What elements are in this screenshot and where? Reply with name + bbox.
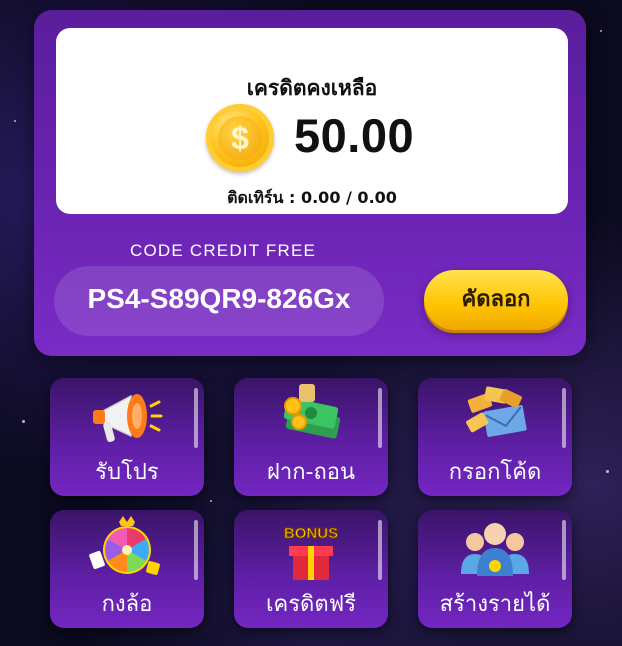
background-star [606, 470, 609, 473]
turnover-label: ติดเทิร์น : [227, 188, 296, 207]
balance-panel: เครดิตคงเหลือ $ 50.00 ติดเทิร์น : 0.00 /… [56, 28, 568, 214]
code-value: PS4-S89QR9-826Gx [87, 283, 351, 314]
menu-label: รับโปร [95, 460, 159, 485]
megaphone-icon [93, 394, 163, 443]
copy-button[interactable]: คัดลอก [424, 270, 568, 330]
menu-label: กงล้อ [101, 592, 153, 617]
background-star [210, 500, 212, 502]
menu-item-enter-code[interactable]: กรอกโค้ด [418, 378, 572, 496]
team-people-icon [461, 523, 529, 576]
wallet-card: เครดิตคงเหลือ $ 50.00 ติดเทิร์น : 0.00 /… [34, 10, 586, 356]
menu-label: กรอกโค้ด [448, 460, 542, 485]
menu-label: เครดิตฟรี [265, 592, 357, 617]
menu-label: สร้างรายได้ [439, 592, 551, 617]
bonus-gift-icon: BONUS [283, 525, 339, 580]
menu-item-wheel[interactable]: กงล้อ [50, 510, 204, 628]
prize-wheel-icon [89, 516, 160, 575]
bonus-badge-text: BONUS [284, 525, 338, 542]
money-stack-icon [283, 384, 341, 439]
turnover-value: 0.00 / 0.00 [300, 188, 397, 207]
background-star [14, 120, 16, 122]
balance-amount: 50.00 [294, 109, 415, 162]
coin-icon: $ [206, 104, 274, 172]
menu-item-free-credit[interactable]: BONUS เครดิตฟรี [234, 510, 388, 628]
menu-item-deposit-withdraw[interactable]: ฝาก-ถอน [234, 378, 388, 496]
tickets-envelope-icon [466, 386, 527, 437]
turnover-info: ติดเทิร์น : 0.00 / 0.00 [56, 186, 568, 211]
coin-symbol: $ [218, 116, 262, 160]
menu-item-promotion[interactable]: รับโปร [50, 378, 204, 496]
balance-title: เครดิตคงเหลือ [246, 76, 378, 100]
code-display[interactable]: PS4-S89QR9-826Gx [54, 266, 384, 336]
menu-item-earn-income[interactable]: สร้างรายได้ [418, 510, 572, 628]
background-star [22, 420, 25, 423]
code-label: CODE CREDIT FREE [130, 241, 317, 260]
menu-label: ฝาก-ถอน [266, 460, 356, 485]
background-star [600, 30, 602, 32]
